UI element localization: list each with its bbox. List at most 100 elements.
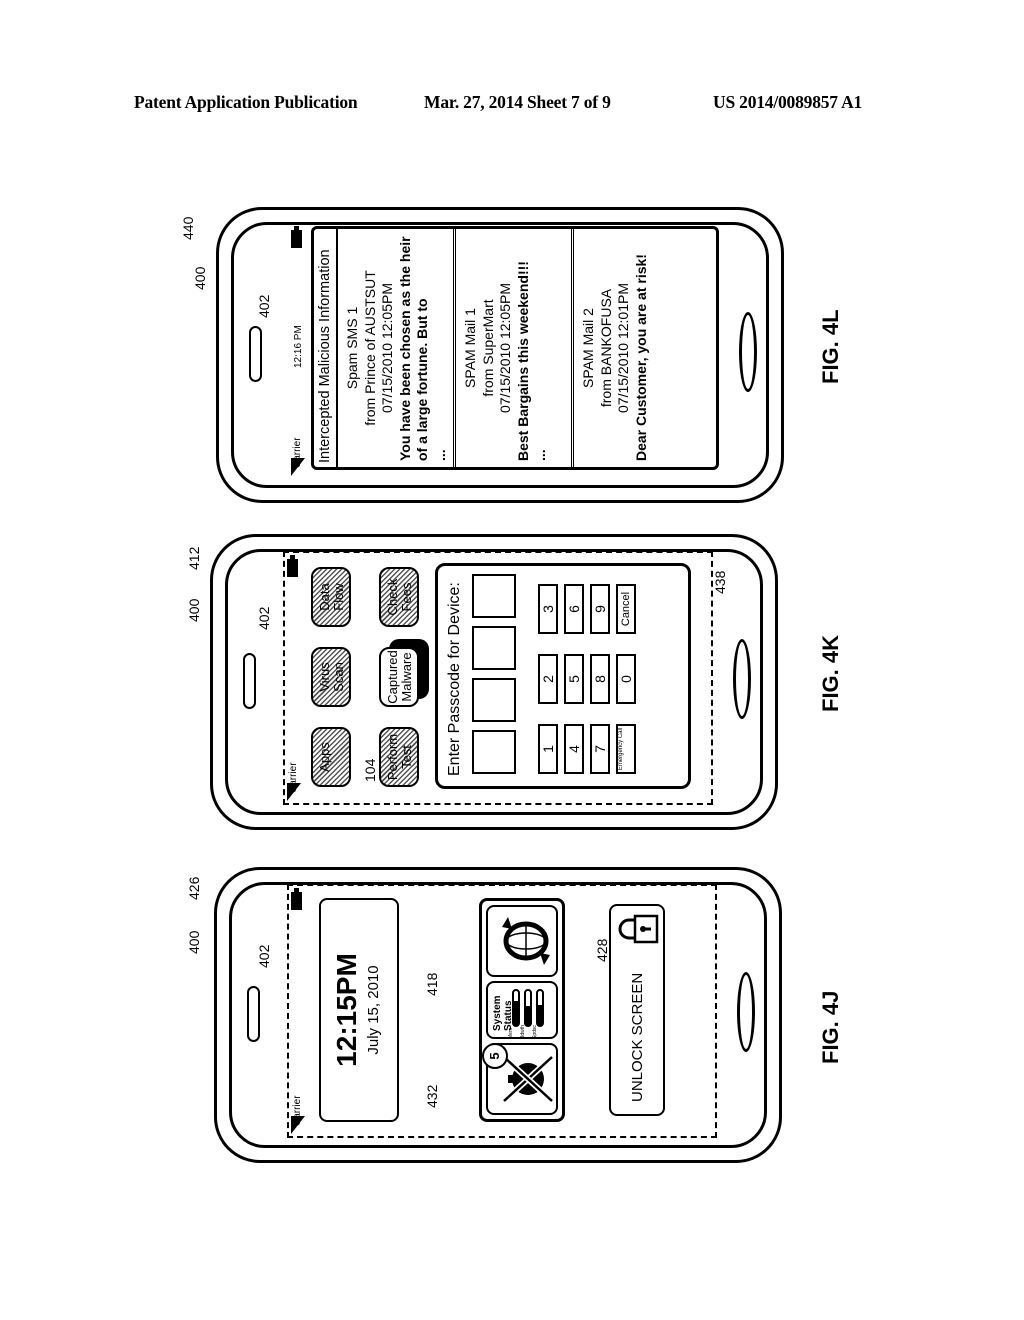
ref-432: 432 (424, 1084, 440, 1108)
intercepted-list: Intercepted Malicious Information Spam S… (311, 226, 719, 470)
ref-418: 418 (424, 972, 440, 996)
ref-412: 412 (186, 546, 202, 570)
message-body: Best Bargains this weekend!!! (514, 261, 531, 461)
app-icon-data-flow[interactable]: Data Flow (311, 567, 351, 627)
home-button[interactable] (733, 639, 751, 719)
screen-402: Carrier 12:16 PM Intercepted Malicious I… (289, 224, 719, 478)
passcode-digit-box (472, 678, 516, 722)
key-6[interactable]: 6 (564, 584, 584, 634)
status-bar-bandwidth (524, 989, 532, 1027)
widget-bar-418: 5 System Status Mem Bdwth Spdsc (479, 898, 565, 1122)
figure-label-4k: FIG. 4K (818, 634, 843, 712)
ref-400: 400 (186, 598, 202, 622)
app-icon-apps[interactable]: Apps (311, 727, 351, 787)
passcode-digit-box (472, 626, 516, 670)
publication-type: Patent Application Publication (134, 92, 358, 112)
key-2[interactable]: 2 (538, 654, 558, 704)
status-bar: Carrier (289, 886, 309, 1136)
unlock-screen-button-428[interactable]: UNLOCK SCREEN (609, 904, 665, 1116)
clock-date: July 15, 2010 (365, 965, 382, 1055)
carrier-label: Carrier (288, 762, 299, 793)
key-0[interactable]: 0 (616, 654, 636, 704)
sync-globe-icon (502, 917, 550, 965)
ref-402: 402 (256, 606, 272, 630)
app-icon-virus-scan[interactable]: Virus Scan (311, 647, 351, 707)
ref-440: 440 (180, 216, 196, 240)
home-button[interactable] (737, 972, 755, 1052)
speaker-icon (247, 986, 260, 1042)
message-body: You have been chosen as the heir of a la… (396, 236, 431, 461)
status-bar: Carrier (285, 553, 305, 803)
battery-icon (291, 230, 302, 248)
system-status-bars (508, 989, 548, 1027)
key-7[interactable]: 7 (590, 724, 610, 774)
ref-426: 426 (186, 876, 202, 900)
clock-time: 12:15PM (331, 953, 362, 1067)
figure-label-4l: FIG. 4L (818, 309, 843, 384)
passcode-digit-box (472, 574, 516, 618)
phone-fig-4k: Carrier Apps Virus Scan Data Flow Perfor… (210, 534, 778, 830)
app-icon-perform-test[interactable]: Perform Test (379, 727, 419, 787)
cancel-button[interactable]: Cancel (616, 584, 636, 634)
message-title: SPAM Mail 2 (580, 308, 596, 388)
ref-402: 402 (256, 294, 272, 318)
speaker-icon (243, 653, 256, 709)
ref-438: 438 (712, 570, 728, 594)
ref-400: 400 (192, 266, 208, 290)
key-4[interactable]: 4 (564, 724, 584, 774)
ref-402: 402 (256, 944, 272, 968)
list-item[interactable]: SPAM Mail 2 from BANKOFUSA 07/15/2010 12… (574, 229, 692, 467)
publication-number: US 2014/0089857 A1 (713, 92, 863, 112)
phone-fig-4j: Carrier 12:15PM July 15, 2010 5 System S (214, 867, 782, 1163)
figure-label-4j: FIG. 4J (818, 990, 843, 1064)
screen-412: Carrier Apps Virus Scan Data Flow Perfor… (283, 551, 713, 805)
bar-label-mem: Mem (508, 1027, 514, 1039)
home-button[interactable] (739, 312, 757, 392)
carrier-label: Carrier (292, 1095, 303, 1126)
app-icon-captured-malware[interactable]: Captured Malware (379, 647, 419, 707)
publication-date-sheet: Mar. 27, 2014 Sheet 7 of 9 (424, 92, 611, 112)
battery-icon (291, 892, 302, 910)
battery-icon (287, 559, 298, 577)
app-icon-check-fees[interactable]: Check Fees (379, 567, 419, 627)
list-item[interactable]: Spam SMS 1 from Prince of AUSTSUT 07/15/… (338, 229, 456, 467)
ref-104: 104 (362, 758, 378, 782)
message-date: 07/15/2010 12:01PM (615, 283, 631, 413)
message-sender: from Prince of AUSTSUT (361, 270, 378, 426)
bar-fill (526, 1006, 530, 1025)
message-more: ... (431, 449, 448, 461)
bar-label-bandwidth: Bdwth (520, 1025, 526, 1039)
message-title: SPAM Mail 1 (462, 308, 478, 388)
phone-fig-4l: Carrier 12:16 PM Intercepted Malicious I… (216, 207, 784, 503)
status-time: 12:16 PM (293, 325, 304, 368)
message-body: Dear Customer, you are at risk! (632, 254, 649, 461)
lock-screen-clock: 12:15PM July 15, 2010 (319, 898, 399, 1122)
key-3[interactable]: 3 (538, 584, 558, 634)
notification-badge: 5 (482, 1043, 508, 1069)
dialog-title: Enter Passcode for Device: (446, 582, 463, 776)
key-1[interactable]: 1 (538, 724, 558, 774)
passcode-dialog: Enter Passcode for Device: 1 2 3 4 5 6 7… (435, 563, 691, 789)
passcode-digit-box (472, 730, 516, 774)
status-bar-speed (536, 989, 544, 1027)
bar-fill (514, 1001, 518, 1025)
list-item[interactable]: SPAM Mail 1 from SuperMart 07/15/2010 12… (456, 229, 574, 467)
message-date: 07/15/2010 12:05PM (497, 283, 513, 413)
key-5[interactable]: 5 (564, 654, 584, 704)
list-title: Intercepted Malicious Information (314, 229, 338, 467)
message-more: ... (532, 449, 548, 461)
lock-icon (618, 914, 659, 944)
message-sender: from SuperMart (479, 299, 496, 397)
malware-widget-432[interactable]: 5 (482, 1043, 558, 1115)
emergency-call-button[interactable]: Emergency Call (616, 724, 636, 774)
system-status-widget[interactable]: System Status Mem Bdwth Spdsc (486, 981, 558, 1039)
status-bar: Carrier 12:16 PM (289, 224, 309, 478)
bar-label-speed: Spdsc (532, 1025, 538, 1039)
message-date: 07/15/2010 12:05PM (379, 283, 395, 413)
status-bar-mem (512, 989, 520, 1027)
key-9[interactable]: 9 (590, 584, 610, 634)
key-8[interactable]: 8 (590, 654, 610, 704)
speaker-icon (249, 326, 262, 382)
ref-428: 428 (594, 938, 610, 962)
update-widget[interactable] (486, 905, 558, 977)
